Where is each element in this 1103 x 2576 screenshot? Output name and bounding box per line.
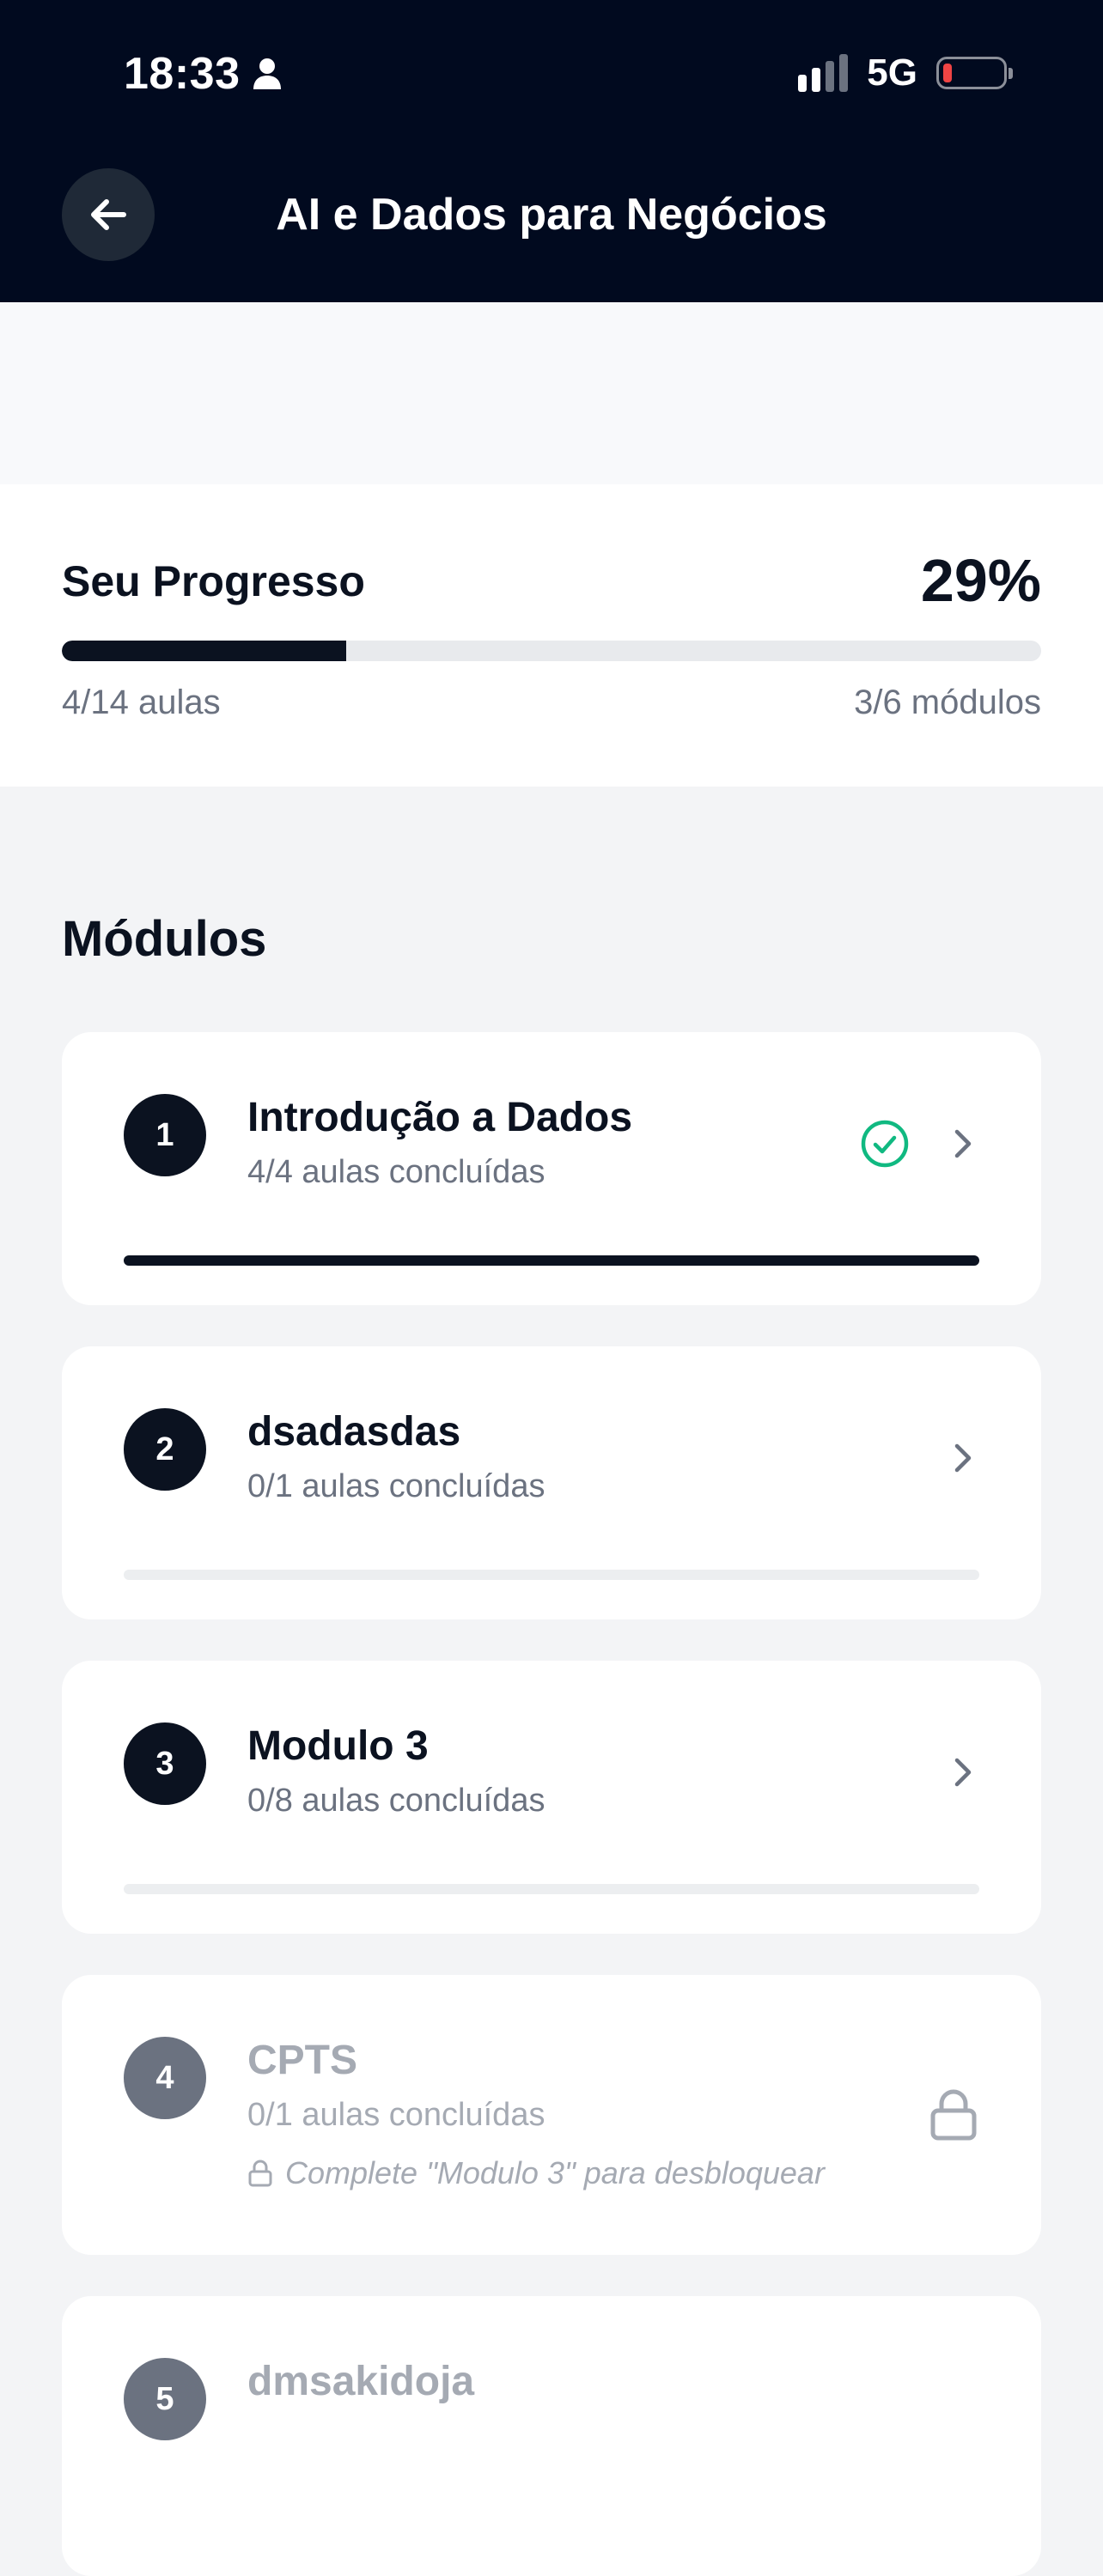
page-title: AI e Dados para Negócios: [276, 190, 827, 240]
module-title: CPTS: [247, 2038, 358, 2083]
progress-bar-fill: [62, 641, 346, 661]
status-bar-time: 18:33: [124, 48, 282, 100]
module-card-4-locked: 4 CPTS 0/1 aulas concluídas Complete "Mo…: [62, 1975, 1041, 2255]
module-subtitle: 0/1 aulas concluídas: [247, 2097, 545, 2133]
module-title: Introdução a Dados: [247, 1095, 633, 1140]
unlock-hint: Complete "Modulo 3" para desbloquear: [247, 2155, 825, 2191]
module-title: dsadasdas: [247, 1409, 461, 1455]
module-progress-fill: [124, 1255, 979, 1266]
module-number-badge: 1: [124, 1094, 206, 1176]
module-subtitle: 0/8 aulas concluídas: [247, 1783, 545, 1819]
banner-area: [0, 302, 1103, 484]
module-progress-bar: [124, 1570, 979, 1580]
module-card-5-locked: 5 dmsakidoja: [62, 2296, 1041, 2576]
module-number-badge: 2: [124, 1408, 206, 1491]
progress-bar: [62, 641, 1041, 661]
module-card-1[interactable]: 1 Introdução a Dados 4/4 aulas concluída…: [62, 1032, 1041, 1305]
chevron-right-icon: [954, 1129, 972, 1158]
progress-lessons: 4/14 aulas: [62, 683, 221, 721]
module-progress-bar: [124, 1255, 979, 1266]
modules-section-title: Módulos: [62, 911, 267, 967]
lock-icon: [248, 2160, 272, 2187]
network-label: 5G: [867, 52, 917, 94]
person-icon: [253, 58, 281, 89]
unlock-hint-text: Complete "Modulo 3" para desbloquear: [285, 2155, 825, 2190]
progress-label: Seu Progresso: [62, 557, 365, 605]
module-progress-bar: [124, 1884, 979, 1894]
battery-level: [943, 64, 952, 82]
signal-icon: [798, 54, 849, 92]
status-time-text: 18:33: [124, 49, 241, 99]
module-number-badge: 4: [124, 2037, 206, 2119]
chevron-right-icon: [954, 1443, 972, 1473]
module-subtitle: 0/1 aulas concluídas: [247, 1468, 545, 1504]
progress-percent: 29%: [920, 547, 1041, 614]
app-header: 18:33 5G AI e Dados para Negócios: [0, 0, 1103, 302]
battery-icon: [936, 57, 1013, 89]
chevron-right-icon: [954, 1758, 972, 1787]
module-title: dmsakidoja: [247, 2359, 475, 2404]
module-subtitle: 4/4 aulas concluídas: [247, 1154, 545, 1190]
module-card-2[interactable]: 2 dsadasdas 0/1 aulas concluídas: [62, 1346, 1041, 1619]
progress-modules: 3/6 módulos: [854, 683, 1041, 721]
module-number-badge: 5: [124, 2358, 206, 2440]
module-number-badge: 3: [124, 1722, 206, 1805]
module-title: Modulo 3: [247, 1723, 429, 1769]
check-circle-icon: [861, 1120, 909, 1168]
lock-icon: [930, 2089, 977, 2141]
progress-card: [0, 484, 1103, 787]
status-bar-right: 5G: [798, 52, 1013, 94]
module-card-3[interactable]: 3 Modulo 3 0/8 aulas concluídas: [62, 1661, 1041, 1934]
